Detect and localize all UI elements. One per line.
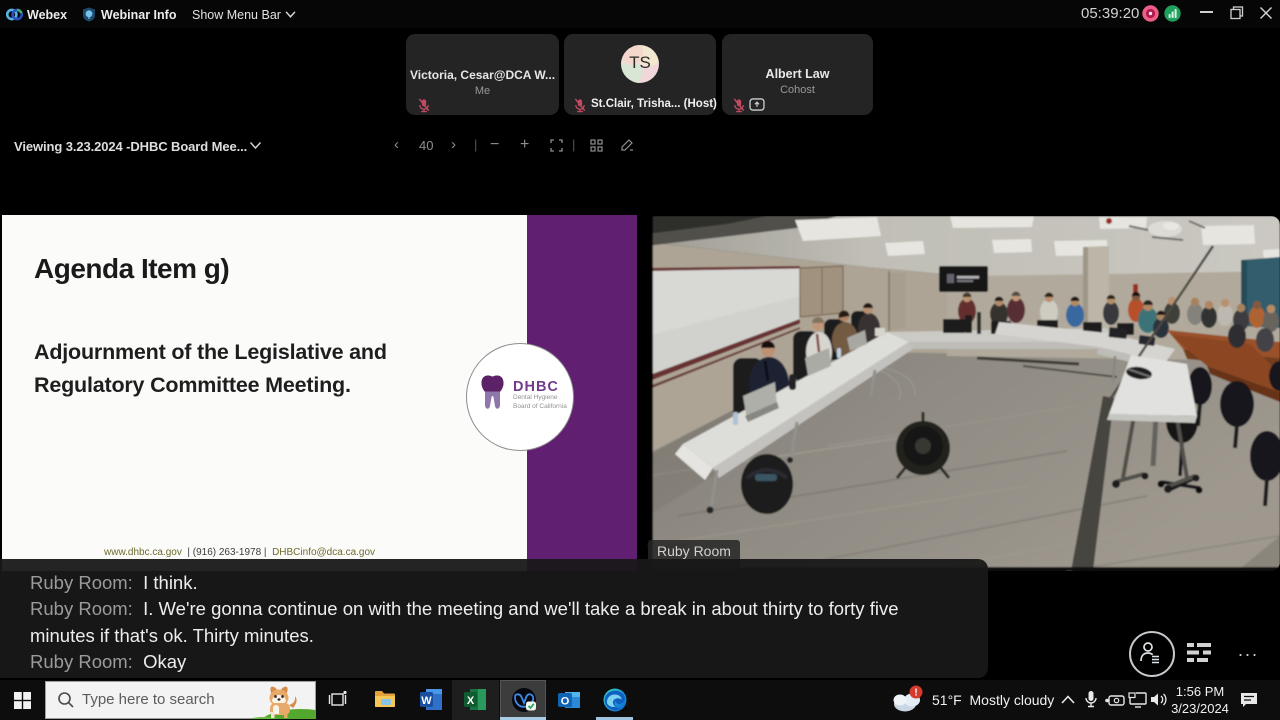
svg-text:X: X — [467, 695, 475, 707]
svg-text:!: ! — [914, 688, 917, 699]
svg-text:W: W — [421, 695, 432, 707]
svg-text:O: O — [561, 696, 570, 708]
